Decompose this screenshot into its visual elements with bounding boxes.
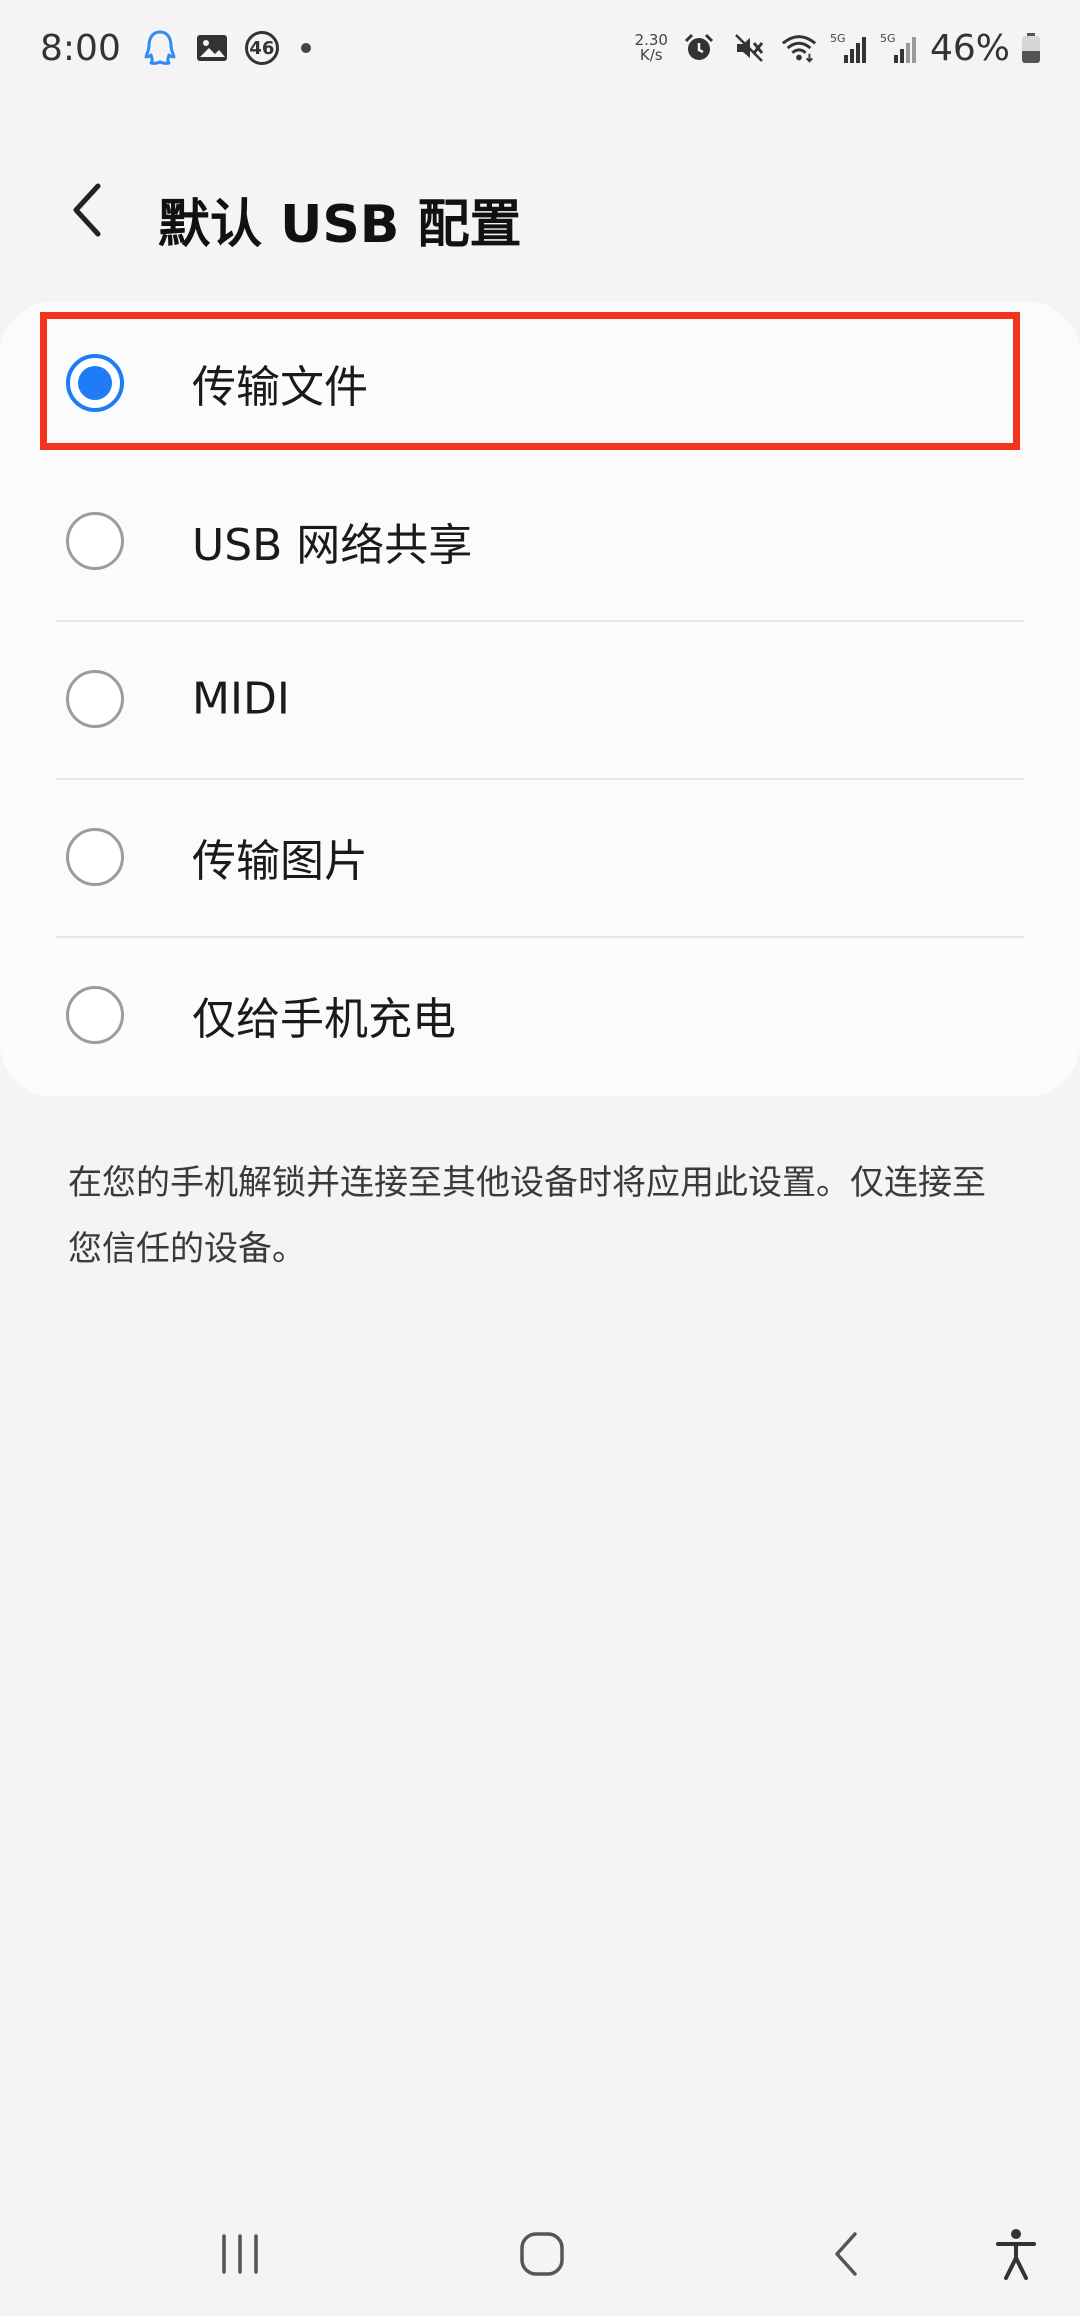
option-label: USB 网络共享 (192, 520, 473, 571)
back-icon (835, 2232, 857, 2276)
dot-indicator (300, 43, 311, 53)
radio-button[interactable] (66, 986, 124, 1044)
back-button[interactable] (56, 178, 120, 242)
signal-icon: 5G (880, 29, 918, 67)
option-charge-only[interactable]: 仅给手机充电 (0, 936, 1080, 1094)
status-bar-left: 8:00 46 (40, 24, 311, 72)
option-label: 仅给手机充电 (192, 994, 456, 1045)
alarm-icon (680, 29, 718, 67)
header: 默认 USB 配置 (0, 160, 1080, 270)
navigation-bar (0, 2196, 1080, 2316)
signal-icon: 5G (830, 29, 868, 67)
option-transfer-images[interactable]: 传输图片 (0, 778, 1080, 936)
page-title: 默认 USB 配置 (158, 195, 522, 255)
network-speed-unit: K/s (639, 46, 663, 64)
radio-button-checked[interactable] (66, 354, 124, 412)
recent-apps-button[interactable] (200, 2214, 280, 2294)
battery-icon (1022, 33, 1040, 63)
radio-button[interactable] (66, 828, 124, 886)
wifi-icon (780, 29, 818, 67)
description-text: 在您的手机解锁并连接至其他设备时将应用此设置。仅连接至您信任的设备。 (68, 1163, 986, 1269)
nav-back-button[interactable] (806, 2214, 886, 2294)
qq-icon (141, 29, 179, 67)
option-usb-tethering[interactable]: USB 网络共享 (0, 462, 1080, 620)
radio-button[interactable] (66, 512, 124, 570)
gallery-icon (193, 29, 231, 67)
chevron-left-icon (73, 183, 101, 237)
option-transfer-files[interactable]: 传输文件 (0, 304, 1080, 462)
option-label: MIDI (192, 673, 290, 725)
status-bar: 8:00 46 2.30 K/s 5G 5G 46% (0, 0, 1080, 96)
option-midi[interactable]: MIDI (0, 620, 1080, 778)
battery-percent: 46% (929, 27, 1010, 69)
home-icon (520, 2232, 564, 2276)
recent-apps-icon (222, 2234, 258, 2274)
accessibility-icon (996, 2229, 1036, 2280)
signal-5g-label: 5G (830, 32, 846, 45)
radio-button[interactable] (66, 670, 124, 728)
signal-5g-label: 5G (880, 32, 896, 45)
option-label: 传输文件 (192, 362, 368, 413)
usb-options-card: 传输文件 USB 网络共享 MIDI 传输图片 仅给手机充电 (0, 302, 1080, 1096)
notification-count-badge: 46 (244, 31, 279, 65)
mute-icon (730, 29, 768, 67)
status-time: 8:00 (40, 27, 121, 69)
accessibility-button[interactable] (976, 2214, 1056, 2294)
home-button[interactable] (502, 2214, 582, 2294)
option-label: 传输图片 (192, 836, 368, 887)
status-bar-right: 2.30 K/s 5G 5G 46% (635, 24, 1040, 72)
network-speed: 2.30 K/s (635, 33, 668, 63)
